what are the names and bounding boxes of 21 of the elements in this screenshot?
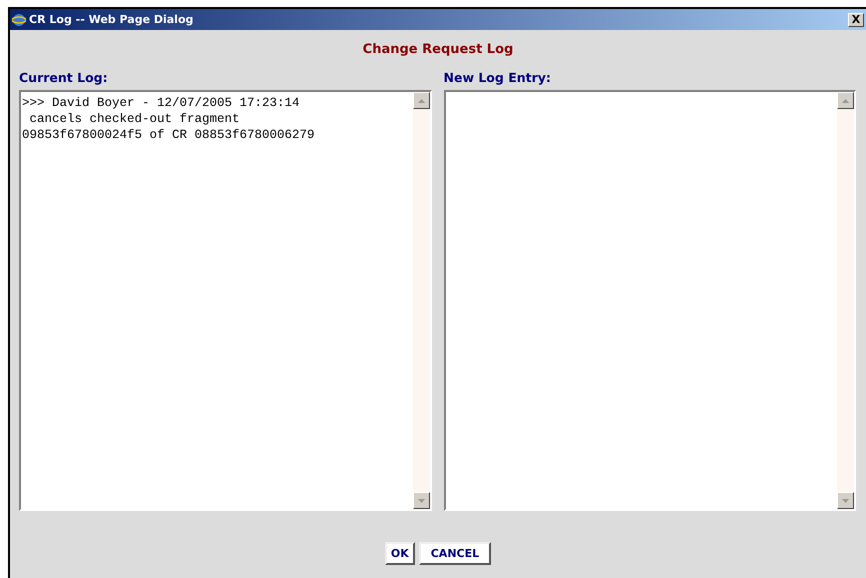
scroll-down-button[interactable] [412, 492, 430, 509]
field-label: New Log Entry: [444, 70, 552, 85]
window-title: CR Log -- Web Page Dialog [29, 13, 194, 26]
close-button[interactable]: X [848, 12, 864, 26]
scroll-up-button[interactable] [837, 92, 854, 109]
scrollbar[interactable] [412, 92, 430, 509]
field-label: Current Log: [19, 70, 109, 85]
new-log-entry-field[interactable] [444, 90, 856, 511]
dialog-heading: Change Request Log [362, 42, 514, 57]
log-text: >>> David Boyer - 12/07/2005 17:23:14 cancels checked-out fragment 09853f67800024f5 of CR 08853f6780006279 [21, 95, 316, 144]
up-arrow-icon [842, 98, 849, 102]
down-arrow-icon [418, 498, 424, 502]
ok-button[interactable]: OK [384, 542, 415, 565]
browser-icon [12, 12, 26, 26]
current-log-field[interactable]: >>> David Boyer - 12/07/2005 17:23:14 cancels checked-out fragment 09853f67800024f5 of CR 08853f6780006279 [19, 90, 432, 511]
down-arrow-icon [842, 498, 849, 502]
scrollbar[interactable] [837, 92, 854, 509]
scroll-up-button[interactable] [412, 92, 430, 109]
scroll-down-button[interactable] [837, 492, 854, 509]
up-arrow-icon [418, 98, 424, 102]
cancel-button[interactable]: CANCEL [418, 542, 492, 565]
